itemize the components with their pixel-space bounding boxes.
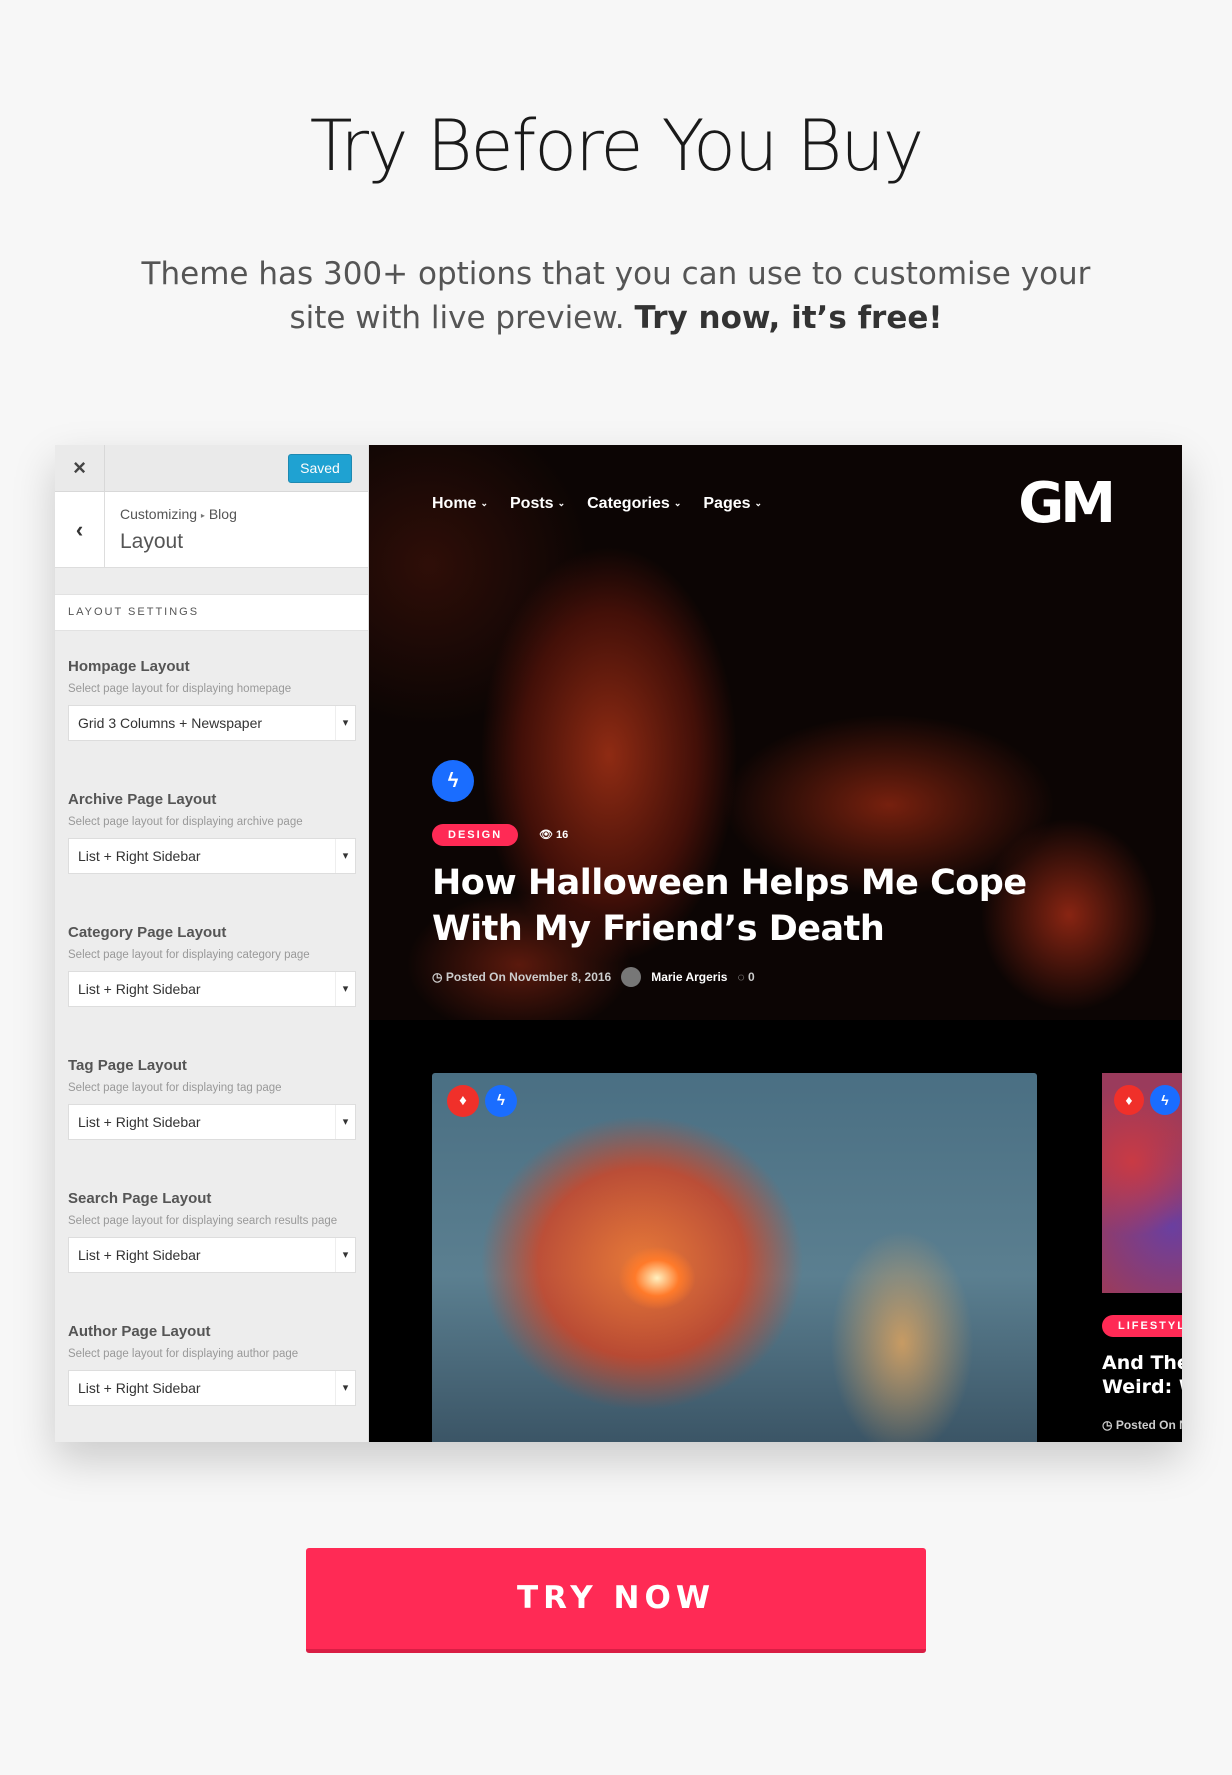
breadcrumb: Customizing ▸ Blog [120,506,237,522]
author-name[interactable]: Marie Argeris [651,970,727,984]
author-layout-field: Author Page Layout Select page layout fo… [55,1323,368,1429]
try-now-button[interactable]: TRY NOW [306,1548,926,1653]
chevron-down-icon: ▾ [335,839,355,873]
views-value: 16 [556,829,569,841]
field-label: Author Page Layout [68,1323,211,1340]
nav-item-categories[interactable]: Categories ⌄ [587,495,681,513]
category-layout-field: Category Page Layout Select page layout … [55,924,368,1030]
subtitle-text: Theme has 300+ options that you can use … [141,256,1091,336]
field-description: Select page layout for displaying author… [68,1348,299,1360]
post-date-text: Posted On November 8, 2016 [445,970,612,984]
chevron-down-icon: ▾ [335,1371,355,1405]
chevron-down-icon: ⌄ [673,498,682,509]
field-label: Category Page Layout [68,924,227,941]
layout-settings-heading: LAYOUT SETTINGS [55,594,368,631]
tag-layout-field: Tag Page Layout Select page layout for d… [55,1057,368,1163]
tag-layout-select[interactable]: List + Right Sidebar ▾ [68,1104,356,1140]
view-count: 👁 16 [539,828,568,841]
title-line: And Then A [1102,1352,1182,1374]
field-label: Archive Page Layout [68,791,217,808]
comment-value: 0 [747,970,755,984]
homepage-layout-field: Hompage Layout Select page layout for di… [55,658,368,764]
saved-button[interactable]: Saved [288,454,352,483]
customizer-panel: × Saved ‹ Customizing ▸ Blog Layout LAYO… [55,445,369,1442]
field-description: Select page layout for displaying homepa… [68,683,292,695]
title-line: Weird: Wh [1102,1376,1182,1398]
back-icon[interactable]: ‹ [55,492,105,568]
nav-item-pages[interactable]: Pages ⌄ [703,495,762,513]
author-layout-select[interactable]: List + Right Sidebar ▾ [68,1370,356,1406]
nav-label: Home [432,495,477,512]
post-date: ◷ Posted On November 8, 2016 [432,970,611,984]
nav-item-posts[interactable]: Posts ⌄ [510,495,565,513]
breadcrumb-arrow-icon: ▸ [200,510,205,520]
comment-count: ◌ 0 [737,970,754,984]
page-subtitle: Theme has 300+ options that you can use … [116,252,1116,340]
field-description: Select page layout for displaying tag pa… [68,1082,282,1094]
select-value: List + Right Sidebar [78,1380,201,1396]
site-preview: Home ⌄ Posts ⌄ Categories ⌄ Pages ⌄ GM ϟ DES… [369,445,1182,1442]
main-nav: Home ⌄ Posts ⌄ Categories ⌄ Pages ⌄ [432,495,762,513]
select-value: List + Right Sidebar [78,1247,201,1263]
nav-item-home[interactable]: Home ⌄ [432,495,488,513]
site-logo[interactable]: GM [1018,471,1116,536]
card-icons: ♦ ϟ [447,1085,517,1117]
customizer-topbar: × Saved [55,445,368,492]
category-badge[interactable]: DESIGN [432,824,519,846]
section-title: Layout [120,530,184,553]
chevron-down-icon: ▾ [335,706,355,740]
field-description: Select page layout for displaying catego… [68,949,310,961]
field-description: Select page layout for displaying search… [68,1215,338,1227]
side-card-icons: ♦ ϟ [1114,1085,1180,1115]
chevron-down-icon: ⌄ [557,498,566,509]
select-value: List + Right Sidebar [78,1114,201,1130]
fire-icon: ♦ [1114,1085,1144,1115]
bolt-icon: ϟ [432,760,474,802]
post-card-image[interactable] [432,1073,1037,1442]
customizer-mockup: × Saved ‹ Customizing ▸ Blog Layout LAYO… [55,445,1182,1442]
clock-icon: ◷ [1102,1418,1116,1432]
category-layout-select[interactable]: List + Right Sidebar ▾ [68,971,356,1007]
chevron-down-icon: ⌄ [480,498,488,509]
category-badge[interactable]: LIFESTYLE [1102,1315,1182,1337]
nav-label: Pages [703,495,751,512]
select-value: List + Right Sidebar [78,848,201,864]
side-post-date: ◷ Posted On No [1102,1418,1182,1432]
page-title: Try Before You Buy [309,105,924,187]
nav-label: Posts [510,495,554,512]
chevron-down-icon: ▾ [335,1105,355,1139]
breadcrumb-leaf: Blog [208,506,237,522]
chevron-down-icon: ⌄ [754,498,763,509]
post-meta: ◷ Posted On November 8, 2016 Marie Arger… [432,967,755,987]
comment-icon: ◌ [737,970,748,984]
chevron-down-icon: ▾ [335,972,355,1006]
field-description: Select page layout for displaying archiv… [68,816,303,828]
subtitle-highlight: Try now, it’s free! [634,300,943,336]
homepage-layout-select[interactable]: Grid 3 Columns + Newspaper ▾ [68,705,356,741]
field-label: Search Page Layout [68,1190,212,1207]
clock-icon: ◷ [432,970,446,984]
breadcrumb-root: Customizing [120,506,198,522]
select-value: List + Right Sidebar [78,981,201,997]
featured-post-title[interactable]: How Halloween Helps Me Cope With My Frie… [432,860,1032,952]
archive-layout-select[interactable]: List + Right Sidebar ▾ [68,838,356,874]
search-layout-select[interactable]: List + Right Sidebar ▾ [68,1237,356,1273]
close-icon[interactable]: × [55,445,105,492]
avatar [621,967,642,987]
bolt-icon: ϟ [1150,1085,1180,1115]
side-post-title[interactable]: And Then A Weird: Wh [1102,1351,1182,1399]
bolt-icon: ϟ [485,1085,517,1117]
side-post-date-text: Posted On No [1115,1418,1182,1432]
archive-layout-field: Archive Page Layout Select page layout f… [55,791,368,897]
field-label: Tag Page Layout [68,1057,187,1074]
eye-icon: 👁 [539,829,557,841]
nav-label: Categories [587,495,670,512]
fire-icon: ♦ [447,1085,479,1117]
customizer-header: ‹ Customizing ▸ Blog Layout [55,492,368,568]
field-label: Hompage Layout [68,658,190,675]
select-value: Grid 3 Columns + Newspaper [78,715,263,731]
chevron-down-icon: ▾ [335,1238,355,1272]
search-layout-field: Search Page Layout Select page layout fo… [55,1190,368,1296]
